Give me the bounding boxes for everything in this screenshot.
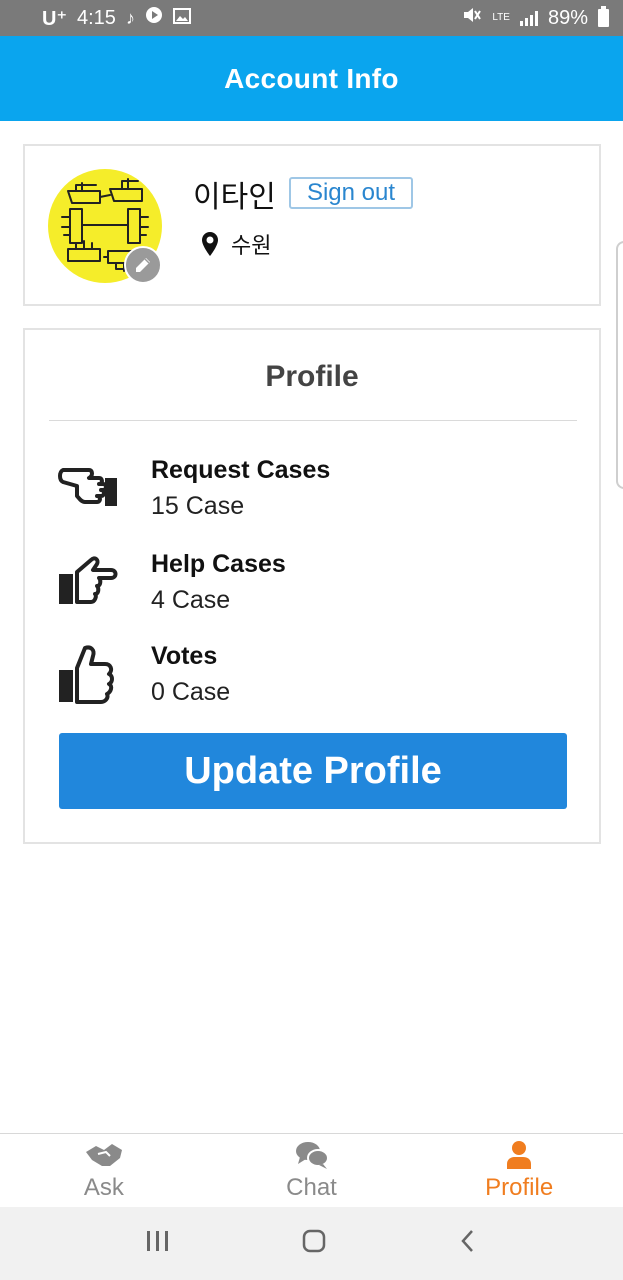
battery-percent: 89%: [547, 6, 588, 29]
profile-title: Profile: [265, 360, 359, 393]
carrier-label: U⁺: [42, 7, 67, 30]
profile-card: Profile Request Cases 15 Case Help Cases…: [23, 328, 601, 844]
pencil-icon: [136, 258, 150, 272]
thumbs-up-icon: [59, 645, 114, 704]
tab-ask[interactable]: Ask: [0, 1134, 208, 1207]
tab-chat[interactable]: Chat: [208, 1134, 416, 1207]
recent-apps-icon: [147, 1231, 169, 1251]
sign-out-button[interactable]: Sign out: [289, 177, 413, 209]
bottom-tab-bar: Ask Chat Profile: [0, 1133, 623, 1207]
chat-bubbles-icon: [295, 1142, 329, 1169]
back-icon: [461, 1230, 473, 1252]
back-button[interactable]: [458, 1228, 478, 1259]
tab-label: Ask: [83, 1174, 124, 1201]
screen: U⁺ 4:15 ♪ LTE 89% Account Info 이타인 Sign …: [0, 0, 623, 1280]
image-icon: [172, 7, 191, 30]
home-button[interactable]: [301, 1228, 327, 1259]
location-text: 수원: [231, 234, 272, 259]
clock: 4:15: [77, 6, 116, 29]
recent-apps-button[interactable]: [145, 1229, 171, 1258]
stat-label: Help Cases: [151, 550, 286, 578]
person-icon: [507, 1141, 532, 1169]
app-header: Account Info: [0, 36, 623, 121]
stat-value: 15 Case: [151, 492, 245, 520]
edit-avatar-button[interactable]: [124, 246, 162, 284]
map-pin-icon: [202, 232, 218, 256]
page-title: Account Info: [224, 62, 399, 94]
tab-label: Chat: [286, 1174, 337, 1201]
music-note-icon: ♪: [125, 7, 135, 28]
tab-label: Profile: [485, 1174, 554, 1201]
handshake-icon: [85, 1144, 122, 1166]
status-bar: U⁺ 4:15 ♪ LTE 89%: [0, 0, 623, 36]
stat-label: Request Cases: [151, 456, 331, 484]
stat-votes: Votes 0 Case: [55, 642, 555, 712]
status-right: LTE 89%: [462, 6, 609, 30]
stat-value: 0 Case: [151, 678, 231, 706]
home-icon: [303, 1229, 326, 1253]
hand-point-left-icon: [58, 468, 117, 506]
user-location: 수원: [201, 228, 271, 260]
status-left: U⁺ 4:15 ♪: [42, 6, 191, 31]
mute-icon: [462, 6, 482, 30]
system-nav-bar: [0, 1207, 623, 1280]
play-icon: [145, 6, 163, 30]
update-profile-button[interactable]: Update Profile: [59, 733, 567, 809]
side-panel-handle[interactable]: [616, 241, 623, 489]
battery-icon: [598, 6, 609, 27]
stat-request-cases: Request Cases 15 Case: [55, 456, 555, 526]
divider: [49, 420, 577, 421]
signal-icon: [519, 10, 538, 26]
stat-label: Votes: [151, 642, 218, 670]
user-card: 이타인 Sign out 수원: [23, 144, 601, 306]
stat-value: 4 Case: [151, 586, 231, 614]
stat-help-cases: Help Cases 4 Case: [55, 550, 555, 620]
user-name: 이타인: [193, 180, 276, 215]
network-type: LTE: [492, 12, 510, 23]
tab-profile[interactable]: Profile: [415, 1134, 623, 1207]
hand-point-right-icon: [59, 556, 118, 604]
